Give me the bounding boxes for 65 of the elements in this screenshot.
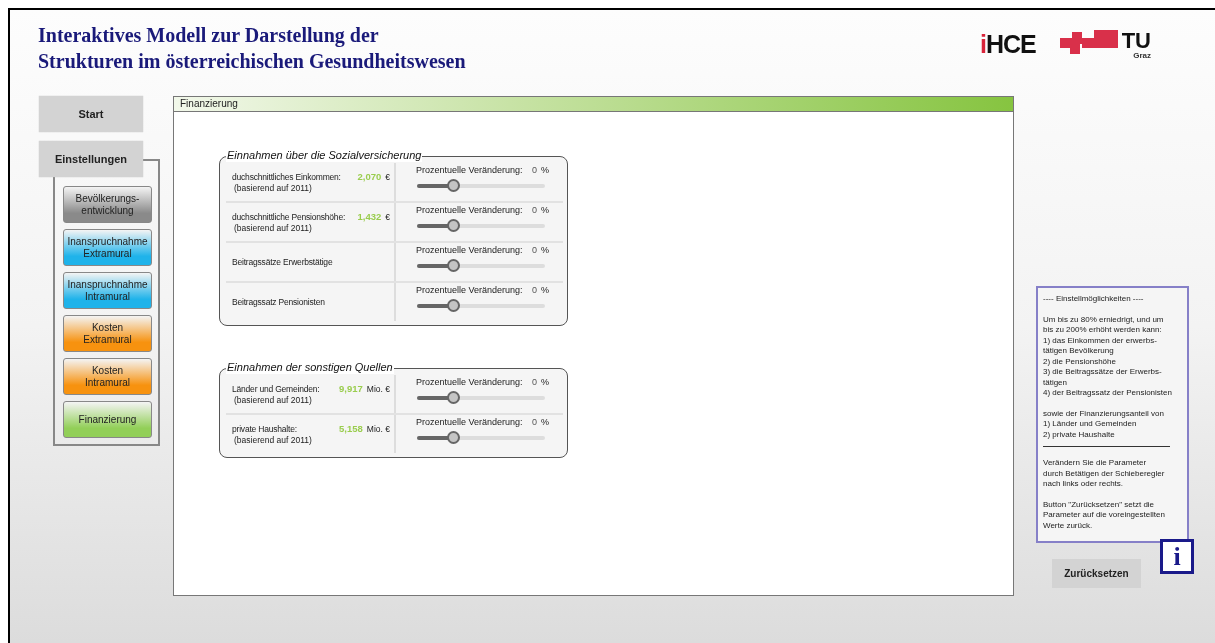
start-button[interactable]: Start [39, 96, 143, 132]
slider-thumb[interactable] [447, 431, 461, 444]
change-label: Prozentuelle Veränderung: [416, 165, 523, 175]
info-text: Verändern Sie die Parameter durch Betätigen der Schieberegler nach links oder rechts. [1043, 458, 1166, 490]
info-text: Um bis zu 80% erniedrigt, und um bis zu 200% erhöht werden kann: 1) das Einkommen der erwerbs- tätigen Bevölkerung 2) die Pensionshöhe 3) die Beitragssätze der Erwerbs- tätigen 4) der Beitragssatz der Pensionisten [1043, 314, 1173, 399]
panel-title: Finanzierung [174, 97, 1013, 112]
submenu-button[interactable]: Kosten Intramural [63, 358, 152, 395]
submenu-button[interactable]: Finanzierung [63, 401, 152, 438]
tu-logo-text: TU [1121, 30, 1151, 52]
change-value: 0 [532, 417, 537, 427]
slider-thumb[interactable] [447, 259, 461, 272]
graz-logo-text: Graz [1133, 52, 1151, 60]
percent-label: % [541, 245, 549, 255]
parameter-label: duchschnittliches Einkommen: [232, 171, 341, 183]
slider-thumb[interactable] [447, 391, 461, 404]
percent-label: % [541, 165, 549, 175]
submenu-button[interactable]: Inanspruchnahme Extramural [63, 229, 152, 266]
parameter-label: Beitragssätze Erwerbstätige [232, 256, 333, 268]
parameter-note: (basierend auf 2011) [234, 434, 313, 446]
slider-thumb[interactable] [447, 219, 461, 232]
percent-label: % [541, 285, 549, 295]
submenu-button[interactable]: Inanspruchnahme Intramural [63, 272, 152, 309]
unit-label: Mio. € [366, 383, 390, 394]
parameter-note: (basierend auf 2011) [234, 394, 313, 406]
change-value: 0 [532, 377, 537, 387]
change-value: 0 [532, 165, 537, 175]
parameter-label: private Haushalte: [232, 423, 297, 435]
change-label: Prozentuelle Veränderung: [416, 377, 523, 387]
submenu-button[interactable]: Bevölkerungs- entwicklung [63, 186, 152, 223]
page-title: Interaktives Modell zur Darstellung der Strukturen im österreichischen Gesundheitswesen [38, 23, 466, 74]
parameter-value: 5,158 [339, 422, 363, 434]
percent-label: % [541, 205, 549, 215]
change-label: Prozentuelle Veränderung: [416, 285, 523, 295]
unit-label: € [385, 211, 390, 222]
parameter-label: Beitragssatz Pensionisten [232, 296, 325, 308]
parameter-note: (basierend auf 2011) [234, 222, 313, 234]
parameter-label: duchschnittliche Pensionshöhe: [232, 211, 346, 223]
ihce-logo: iHCE [979, 30, 1036, 58]
change-value: 0 [532, 245, 537, 255]
change-label: Prozentuelle Veränderung: [416, 417, 523, 427]
info-text: ---- Einstellmöglichkeiten ---- [1043, 294, 1145, 305]
info-text: sowie der Finanzierungsanteil von 1) Länder und Gemeinden 2) private Haushalte [1043, 408, 1165, 440]
parameter-value: 2,070 [357, 170, 382, 182]
slider-thumb[interactable] [447, 299, 461, 312]
reset-button[interactable]: Zurücksetzen [1052, 559, 1141, 588]
change-value: 0 [532, 285, 537, 295]
group-title: Einnahmen der sonstigen Quellen [226, 360, 394, 374]
unit-label: € [385, 171, 390, 182]
submenu-button[interactable]: Kosten Extramural [63, 315, 152, 352]
parameter-value: 1,432 [357, 210, 382, 222]
change-label: Prozentuelle Veränderung: [416, 205, 523, 215]
slider-thumb[interactable] [447, 179, 461, 192]
group-title: Einnahmen über die Sozialversicherung [226, 148, 423, 162]
settings-tab[interactable]: Einstellungen [39, 141, 143, 177]
parameter-value: 9,917 [339, 382, 363, 394]
info-icon[interactable]: i [1160, 539, 1194, 574]
percent-label: % [541, 417, 549, 427]
pixel-blocks-logo-icon [1059, 30, 1120, 56]
percent-label: % [541, 377, 549, 387]
change-value: 0 [532, 205, 537, 215]
info-text: Button "Zurücksetzen" setzt die Parameter auf die voreingestellten Werte zurück. [1043, 499, 1166, 531]
change-label: Prozentuelle Veränderung: [416, 245, 523, 255]
unit-label: Mio. € [366, 423, 390, 434]
parameter-note: (basierend auf 2011) [234, 182, 313, 194]
parameter-label: Länder und Gemeinden: [232, 383, 320, 395]
